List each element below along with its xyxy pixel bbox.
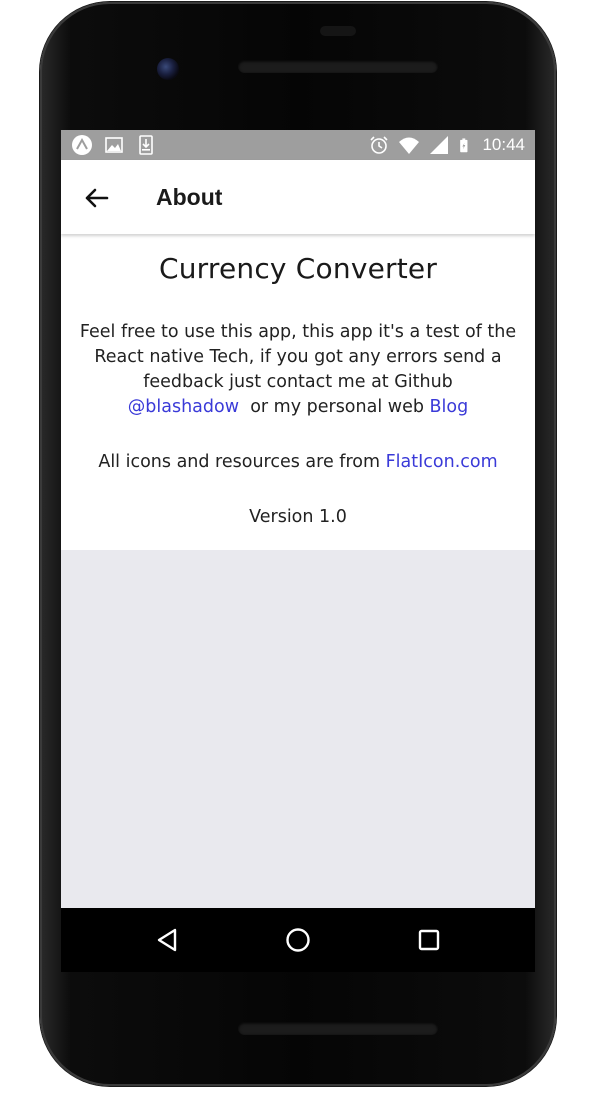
expo-icon <box>72 135 92 155</box>
bottom-speaker <box>238 1022 438 1035</box>
credits-prefix: All icons and resources are from <box>98 452 381 472</box>
nav-recents-icon[interactable] <box>415 926 443 954</box>
arrow-back-icon[interactable] <box>81 182 113 214</box>
earpiece-slot <box>320 26 356 36</box>
blog-link[interactable]: Blog <box>430 397 469 417</box>
about-content: Currency Converter Feel free to use this… <box>61 234 535 550</box>
description-text: Feel free to use this app, this app it's… <box>79 322 517 392</box>
about-description: Feel free to use this app, this app it's… <box>77 320 519 420</box>
battery-icon <box>460 138 468 153</box>
alarm-icon <box>370 136 389 154</box>
description-mid-text: or my personal web <box>250 397 424 417</box>
status-bar: 10:44 <box>61 130 535 160</box>
nav-back-icon[interactable] <box>153 926 181 954</box>
nav-home-icon[interactable] <box>284 926 312 954</box>
status-time: 10:44 <box>482 135 525 154</box>
credits-text: All icons and resources are from FlatIco… <box>61 450 535 475</box>
github-link[interactable]: @blashadow <box>128 397 239 417</box>
wifi-icon <box>399 137 420 154</box>
image-icon <box>105 137 123 153</box>
download-icon <box>139 135 153 155</box>
top-speaker <box>238 60 438 73</box>
empty-area <box>61 550 535 908</box>
app-bar: About <box>61 160 535 234</box>
screen: 10:44 About Currency Converter Feel free… <box>61 130 535 972</box>
system-nav-bar <box>61 908 535 972</box>
app-name-heading: Currency Converter <box>158 252 438 285</box>
cell-signal-icon <box>430 136 449 154</box>
flaticon-link[interactable]: FlatIcon.com <box>386 452 498 472</box>
version-label: Version 1.0 <box>249 507 347 527</box>
page-title: About <box>156 184 223 210</box>
front-camera <box>157 58 179 80</box>
